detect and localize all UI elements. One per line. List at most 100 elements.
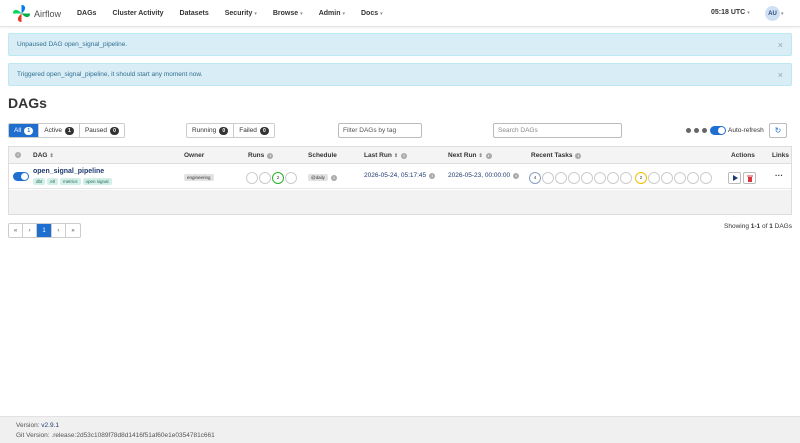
refresh-button[interactable]: ↻ (769, 123, 787, 138)
nav-cluster-activity[interactable]: Cluster Activity (112, 10, 163, 17)
next-run-link[interactable]: 2026-05-23, 00:00:00 i (448, 172, 520, 179)
alert-triggered: Triggered open_signal_pipeline, it shoul… (8, 63, 792, 86)
task-state-circle[interactable] (607, 172, 619, 184)
alert-unpaused: Unpaused DAG open_signal_pipeline. × (8, 33, 792, 56)
page-next[interactable]: › (52, 224, 66, 237)
dag-pause-toggle[interactable] (13, 172, 29, 181)
showing-prefix: Showing (724, 223, 751, 230)
info-icon[interactable]: i (485, 152, 492, 159)
task-state-queued[interactable]: 4 (529, 172, 541, 184)
clock-label: 05:18 UTC (711, 9, 746, 16)
nav-browse-label: Browse (272, 10, 299, 17)
task-state-circle[interactable] (594, 172, 606, 184)
task-state-up-for-retry[interactable]: 2 (635, 172, 647, 184)
close-icon[interactable]: × (778, 70, 783, 80)
play-icon (732, 175, 738, 181)
trigger-dag-button[interactable] (728, 172, 741, 184)
filter-paused-button[interactable]: Paused 0 (79, 124, 124, 137)
header-next-run[interactable]: Next Run ⇕ i (448, 152, 492, 159)
header-actions-label: Actions (731, 152, 755, 159)
nav-docs[interactable]: Docs ▾ (361, 10, 383, 17)
chevron-down-icon: ▾ (747, 9, 750, 16)
sort-icon: ⇕ (478, 152, 483, 159)
task-state-circle[interactable] (555, 172, 567, 184)
git-version-info: Git Version: .release:2d53c1089f78d8d141… (16, 432, 215, 439)
close-icon[interactable]: × (778, 40, 783, 50)
info-icon[interactable]: i (429, 172, 436, 179)
filter-running-button[interactable]: Running 0 (187, 124, 235, 137)
header-dag[interactable]: DAG ⇕ (33, 152, 54, 159)
nav-datasets-label: Datasets (179, 10, 209, 17)
info-icon[interactable]: i (575, 152, 582, 159)
header-runs-label: Runs (248, 152, 265, 159)
chevron-down-icon: ▾ (254, 10, 257, 17)
run-state-queued[interactable] (246, 172, 258, 184)
git-version-value: .release:2d53c1089f78d8d1416f51af60e1e03… (51, 432, 215, 439)
info-icon[interactable]: i (513, 172, 520, 179)
task-state-circle[interactable] (568, 172, 580, 184)
links-menu[interactable]: ··· (775, 171, 783, 180)
task-state-circle[interactable] (648, 172, 660, 184)
task-state-circle[interactable] (620, 172, 632, 184)
info-icon[interactable]: i (331, 175, 337, 181)
version-link[interactable]: v2.9.1 (41, 422, 59, 429)
owner-badge[interactable]: engineering (184, 174, 214, 181)
info-icon[interactable]: i (401, 152, 408, 159)
header-dag-label: DAG (33, 152, 48, 159)
page-current[interactable]: 1 (37, 224, 52, 237)
nav-browse[interactable]: Browse ▾ (273, 10, 303, 17)
page-prev[interactable]: ‹ (23, 224, 37, 237)
user-avatar[interactable]: AU (765, 6, 780, 21)
run-state-success[interactable] (259, 172, 271, 184)
auto-refresh-toggle[interactable] (710, 126, 726, 135)
tag-chip[interactable]: metrics (60, 178, 81, 185)
dag-link[interactable]: open_signal_pipeline (33, 168, 104, 175)
filter-all-button[interactable]: All 1 (9, 124, 40, 137)
header-recent-tasks: Recent Tasks i (531, 152, 582, 159)
task-state-circle[interactable] (661, 172, 673, 184)
last-run-value: 2026-05-24, 05:17:45 (364, 172, 427, 179)
tag-chip[interactable]: open signal (82, 178, 112, 185)
schedule-badge[interactable]: @daily (308, 174, 328, 181)
utc-clock[interactable]: 05:18 UTC ▾ (711, 9, 750, 16)
task-state-circle[interactable] (674, 172, 686, 184)
header-actions: Actions (731, 152, 755, 159)
nav-admin[interactable]: Admin ▾ (319, 10, 345, 17)
trash-icon (746, 175, 753, 182)
search-input[interactable]: Search DAGs (493, 123, 622, 138)
chevron-down-icon: ▾ (380, 10, 383, 17)
header-last-run-label: Last Run (364, 152, 392, 159)
info-icon[interactable]: i (15, 152, 21, 158)
task-state-circle[interactable] (542, 172, 554, 184)
page-title: DAGs (8, 95, 47, 111)
filter-failed-button[interactable]: Failed 0 (234, 124, 274, 137)
header-runs: Runs i (248, 152, 274, 159)
task-state-circle[interactable] (700, 172, 712, 184)
run-state-failed[interactable] (285, 172, 297, 184)
page-last[interactable]: » (66, 224, 80, 237)
header-owner[interactable]: Owner (184, 152, 204, 159)
version-label: Version: (16, 422, 42, 429)
nav-datasets[interactable]: Datasets (180, 10, 209, 17)
airflow-logo-icon (12, 4, 31, 23)
task-state-circle[interactable] (581, 172, 593, 184)
brand-link[interactable]: Airflow (12, 4, 61, 23)
task-state-circle[interactable] (687, 172, 699, 184)
alert-text: Unpaused DAG open_signal_pipeline. (17, 41, 128, 48)
filter-active-button[interactable]: Active 1 (39, 124, 80, 137)
tag-chip[interactable]: etl (47, 178, 59, 185)
tag-chip[interactable]: dbt (33, 178, 46, 185)
page-first[interactable]: « (9, 224, 23, 237)
top-navbar: Airflow DAGs Cluster Activity Datasets S… (0, 0, 800, 27)
showing-suffix: DAGs (772, 223, 792, 230)
delete-dag-button[interactable] (743, 172, 756, 184)
nav-security[interactable]: Security ▾ (225, 10, 257, 17)
nav-security-label: Security (224, 10, 253, 17)
run-state-running[interactable]: 2 (272, 172, 284, 184)
nav-dags[interactable]: DAGs (77, 10, 96, 17)
tag-filter-input[interactable]: Filter DAGs by tag (338, 123, 422, 138)
sort-icon: ⇕ (393, 152, 399, 159)
info-icon[interactable]: i (267, 152, 274, 159)
last-run-link[interactable]: 2026-05-24, 05:17:45 i (364, 172, 436, 179)
header-last-run[interactable]: Last Run ⇕ i (364, 152, 408, 159)
